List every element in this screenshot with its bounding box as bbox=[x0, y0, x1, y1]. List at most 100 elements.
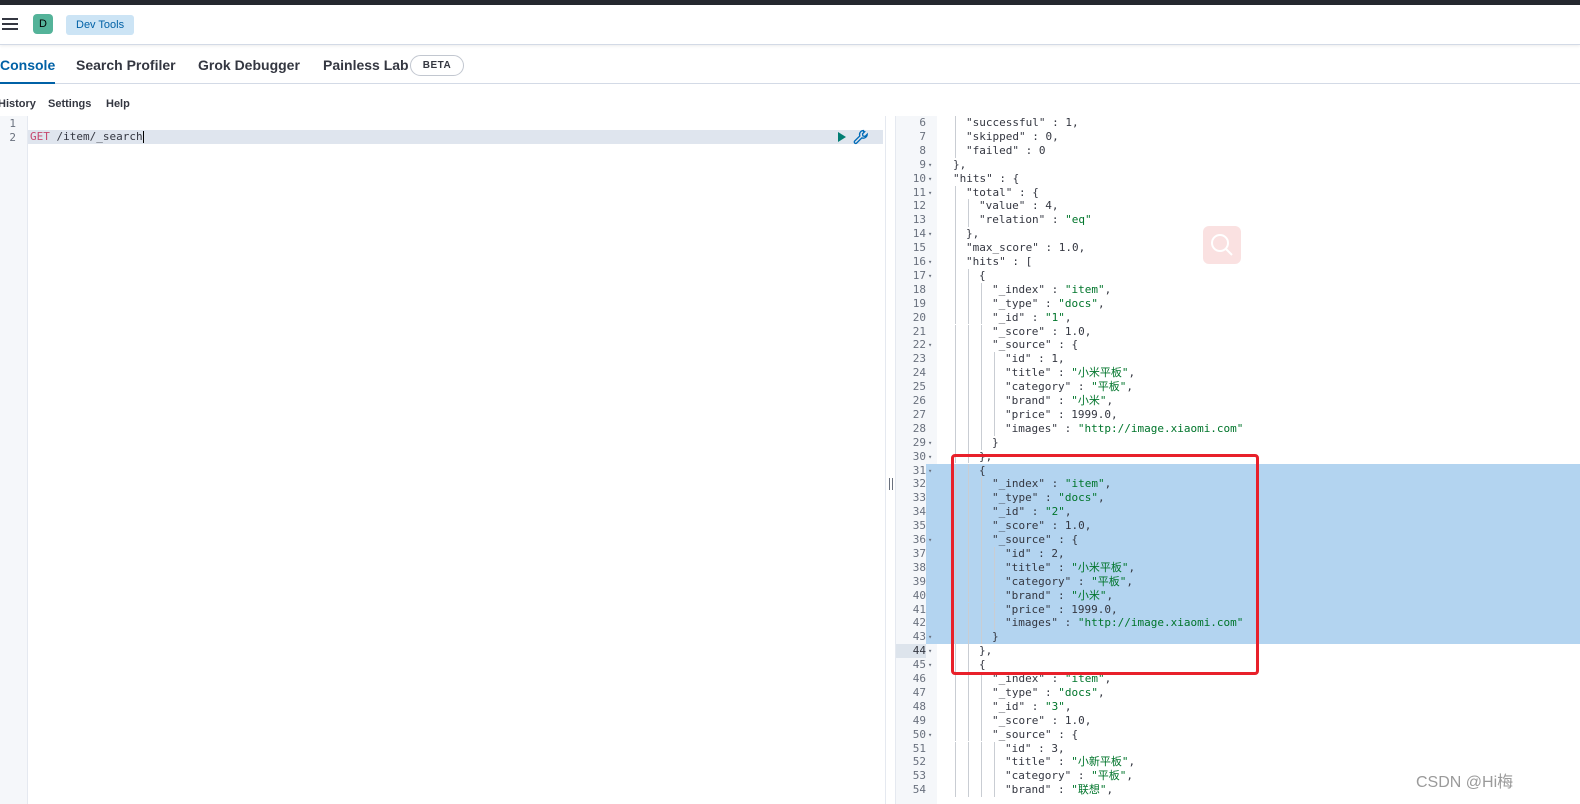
hamburger-icon[interactable] bbox=[2, 18, 18, 32]
json-punct: , bbox=[1071, 116, 1079, 129]
line-number: 16 bbox=[912, 255, 926, 268]
fold-toggle-icon[interactable]: ▾ bbox=[928, 464, 932, 478]
json-punct: , bbox=[1058, 352, 1065, 366]
response-code: "_id" : "1", bbox=[992, 311, 1072, 325]
tab-console[interactable]: Console bbox=[0, 46, 56, 84]
request-text[interactable]: GET /item/_search bbox=[30, 130, 144, 144]
indent-guide bbox=[981, 421, 982, 436]
line-number: 11 bbox=[912, 185, 926, 199]
json-key: "relation" bbox=[979, 213, 1046, 227]
json-punct: , bbox=[1058, 546, 1065, 560]
fold-toggle-icon[interactable]: ▾ bbox=[928, 450, 932, 464]
response-viewer[interactable]: 6 "successful" : 1, 7 "skipped" : 0, 8 "faile… bbox=[896, 116, 1580, 804]
request-editor[interactable]: 1 2 GET /item/_search bbox=[0, 116, 885, 804]
indent-guide bbox=[981, 338, 982, 353]
line-number: 28 bbox=[912, 421, 926, 435]
tab-grok-debugger[interactable]: Grok Debugger bbox=[198, 46, 300, 84]
line-number: 20 bbox=[912, 310, 926, 324]
indent-guide bbox=[968, 296, 969, 311]
response-line: 33 "_type" : "docs", bbox=[896, 491, 1580, 506]
help-link[interactable]: Help bbox=[106, 98, 130, 110]
indent-guide bbox=[981, 352, 982, 367]
json-key: "failed" bbox=[966, 143, 1019, 157]
fold-toggle-icon[interactable]: ▾ bbox=[928, 644, 932, 658]
response-line: 28 "images" : "http://image.xiaomi.com" bbox=[896, 422, 1580, 436]
json-punct: : { bbox=[1051, 338, 1079, 352]
fold-toggle-icon[interactable]: ▾ bbox=[928, 338, 932, 352]
json-punct: , bbox=[1097, 685, 1105, 699]
response-line: 41 "price" : 1999.0, bbox=[896, 602, 1580, 617]
fold-toggle-icon[interactable]: ▾ bbox=[928, 436, 932, 450]
indent-guide bbox=[968, 685, 969, 700]
json-punct: : bbox=[1031, 546, 1052, 560]
response-code: "id" : 3, bbox=[1005, 742, 1065, 756]
indent-guide bbox=[994, 421, 995, 436]
response-code: "_score" : 1.0, bbox=[992, 714, 1091, 728]
tab-painless-lab[interactable]: Painless Lab bbox=[323, 46, 409, 84]
json-string: "2" bbox=[1045, 505, 1065, 519]
indent-guide bbox=[981, 685, 982, 700]
fold-toggle-icon[interactable]: ▾ bbox=[928, 533, 932, 547]
fold-toggle-icon[interactable]: ▾ bbox=[928, 186, 932, 200]
json-string: "http://image.xiaomi.com" bbox=[1077, 421, 1244, 435]
line-number: 31 bbox=[896, 463, 926, 478]
fold-toggle-icon[interactable]: ▾ bbox=[928, 172, 932, 186]
line-number: 30 bbox=[912, 449, 926, 463]
indent-guide bbox=[955, 407, 956, 422]
json-string: "平板" bbox=[1091, 380, 1127, 394]
fold-toggle-icon[interactable]: ▾ bbox=[928, 658, 932, 672]
line-number: 1 bbox=[9, 117, 16, 130]
response-line: 11 ▾ "total" : { bbox=[896, 186, 1580, 200]
history-link[interactable]: History bbox=[0, 98, 36, 110]
pane-resizer[interactable] bbox=[885, 116, 896, 804]
request-path: /item/_search bbox=[49, 130, 143, 143]
json-punct: : bbox=[1051, 366, 1072, 380]
response-code: "successful" : 1, bbox=[966, 116, 1079, 130]
response-line: 12 "value" : 4, bbox=[896, 199, 1580, 213]
space-avatar[interactable]: D bbox=[33, 14, 53, 34]
resizer-handle[interactable] bbox=[889, 478, 893, 490]
indent-guide bbox=[994, 574, 995, 589]
json-punct: : bbox=[1051, 602, 1072, 616]
json-punct: }, bbox=[966, 227, 980, 241]
fold-toggle-icon[interactable]: ▾ bbox=[928, 269, 932, 283]
json-key: "price" bbox=[1005, 602, 1052, 616]
indent-guide bbox=[968, 602, 969, 617]
settings-link[interactable]: Settings bbox=[48, 98, 91, 110]
indent-guide bbox=[968, 394, 969, 408]
json-punct: : bbox=[1051, 394, 1072, 407]
json-string: "3" bbox=[1045, 699, 1065, 713]
indent-guide bbox=[968, 338, 969, 353]
wrench-icon[interactable] bbox=[853, 129, 869, 145]
fold-toggle-icon[interactable]: ▾ bbox=[928, 728, 932, 742]
indent-guide bbox=[955, 463, 956, 478]
fold-toggle-icon[interactable]: ▾ bbox=[928, 255, 932, 269]
play-icon[interactable] bbox=[838, 132, 846, 142]
fold-toggle-icon[interactable]: ▾ bbox=[928, 630, 932, 644]
indent-guide bbox=[955, 588, 956, 603]
fold-toggle-icon[interactable]: ▾ bbox=[928, 158, 932, 172]
fold-toggle-icon[interactable]: ▾ bbox=[928, 227, 932, 241]
indent-guide bbox=[955, 505, 956, 520]
response-code: "value" : 4, bbox=[979, 199, 1058, 213]
json-punct: , bbox=[1128, 755, 1136, 769]
json-key: "brand" bbox=[1005, 783, 1052, 797]
search-icon[interactable] bbox=[1203, 226, 1241, 264]
line-number: 27 bbox=[912, 407, 926, 421]
json-key: "images" bbox=[1005, 616, 1058, 630]
indent-guide bbox=[955, 255, 956, 269]
indent-guide bbox=[955, 769, 956, 784]
indent-guide bbox=[968, 407, 969, 422]
indent-guide bbox=[955, 560, 956, 575]
json-string: "item" bbox=[1064, 672, 1105, 685]
response-code: "price" : 1999.0, bbox=[1005, 408, 1118, 422]
indent-guide bbox=[994, 783, 995, 798]
tab-search-profiler[interactable]: Search Profiler bbox=[76, 46, 176, 84]
indent-guide bbox=[955, 574, 956, 589]
breadcrumb-dev-tools[interactable]: Dev Tools bbox=[66, 15, 135, 35]
response-line: 34 "_id" : "2", bbox=[896, 505, 1580, 520]
json-string: "1" bbox=[1045, 310, 1065, 324]
indent-guide bbox=[968, 324, 969, 339]
json-punct: : bbox=[1051, 407, 1072, 421]
indent-guide bbox=[955, 366, 956, 381]
